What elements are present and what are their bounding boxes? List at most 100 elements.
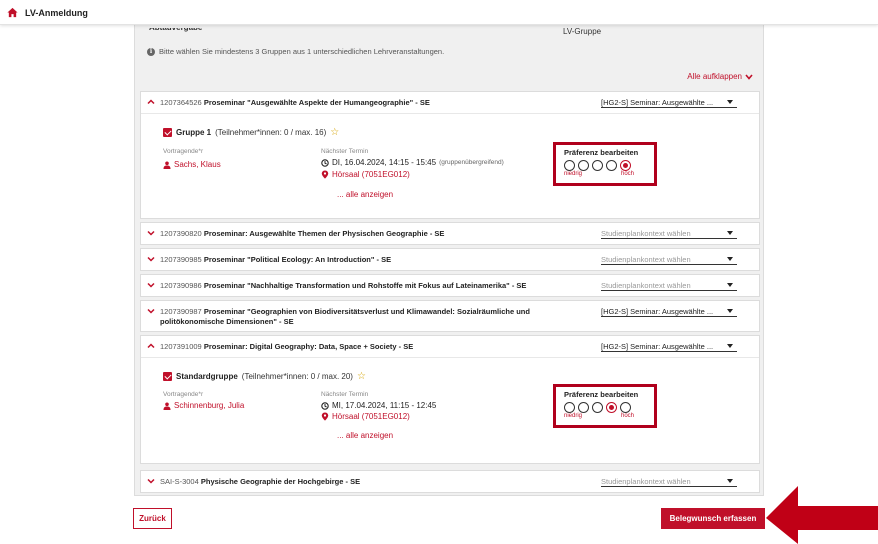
study-context-select[interactable]: [HG2-S] Seminar: Ausgewählte ... bbox=[601, 341, 737, 352]
select-value: Studienplankontext wählen bbox=[601, 280, 691, 290]
preference-scale: niedrig hoch bbox=[564, 413, 634, 419]
lecturer-name: Sachs, Klaus bbox=[174, 160, 221, 169]
preference-radio-4[interactable] bbox=[606, 402, 617, 413]
preference-radio-4[interactable] bbox=[606, 160, 617, 171]
preference-radio-1[interactable] bbox=[564, 402, 575, 413]
course-name: Proseminar "Nachhaltige Transformation u… bbox=[203, 281, 527, 290]
course-number: 1207390987 bbox=[160, 307, 202, 316]
study-context-select[interactable]: Studienplankontext wählen bbox=[601, 476, 737, 487]
select-value: [HG2-S] Seminar: Ausgewählte ... bbox=[601, 341, 714, 351]
info-message: i Bitte wählen Sie mindestens 3 Gruppen … bbox=[147, 47, 444, 56]
course-item: 1207364526 Proseminar "Ausgewählte Aspek… bbox=[140, 91, 760, 219]
group-line: Gruppe 1 (Teilnehmer*innen: 0 / max. 16)… bbox=[163, 128, 339, 138]
course-registration-panel: Abtauvergabe LV-Gruppe i Bitte wählen Si… bbox=[134, 16, 764, 496]
course-number: 1207391009 bbox=[160, 342, 202, 351]
group-name: Standardgruppe bbox=[176, 372, 238, 381]
course-title: SAI-S-3004 Physische Geographie der Hoch… bbox=[160, 477, 575, 487]
room-link[interactable]: Hörsaal (7051EG012) bbox=[321, 412, 410, 421]
submit-registration-button[interactable]: Belegwunsch erfassen bbox=[661, 508, 765, 529]
preference-radio-5[interactable] bbox=[620, 160, 631, 171]
course-header[interactable]: 1207390985 Proseminar "Political Ecology… bbox=[141, 249, 759, 270]
column-header-lv-group: LV-Gruppe bbox=[563, 27, 602, 36]
star-icon[interactable]: ☆ bbox=[330, 128, 339, 138]
preference-radio-5[interactable] bbox=[620, 402, 631, 413]
dropdown-arrow-icon bbox=[727, 257, 733, 261]
chevron-down-icon[interactable] bbox=[147, 281, 155, 289]
study-context-select[interactable]: [HG2-S] Seminar: Ausgewählte ... bbox=[601, 306, 737, 317]
expand-all-link[interactable]: Alle aufklappen bbox=[687, 72, 753, 81]
preference-radio-3[interactable] bbox=[592, 160, 603, 171]
course-header[interactable]: 1207391009 Proseminar: Digital Geography… bbox=[141, 336, 759, 357]
course-header[interactable]: 1207364526 Proseminar "Ausgewählte Aspek… bbox=[141, 92, 759, 113]
course-header[interactable]: 1207390987 Proseminar "Geographien von B… bbox=[141, 301, 759, 331]
preference-radio-2[interactable] bbox=[578, 402, 589, 413]
course-number: SAI-S-3004 bbox=[160, 477, 199, 486]
course-title: 1207390820 Proseminar: Ausgewählte Theme… bbox=[160, 229, 575, 239]
preference-radio-1[interactable] bbox=[564, 160, 575, 171]
select-value: [HG2-S] Seminar: Ausgewählte ... bbox=[601, 97, 714, 107]
show-all-dates-link[interactable]: ... alle anzeigen bbox=[337, 431, 393, 440]
study-context-select[interactable]: Studienplankontext wählen bbox=[601, 254, 737, 265]
preference-radio-2[interactable] bbox=[578, 160, 589, 171]
course-number: 1207390820 bbox=[160, 229, 202, 238]
chevron-down-icon[interactable] bbox=[147, 229, 155, 237]
annotation-arrow-icon bbox=[766, 486, 878, 544]
course-name: Proseminar "Political Ecology: An Introd… bbox=[203, 255, 392, 264]
preference-low-label: niedrig bbox=[564, 171, 583, 177]
next-date: DI, 16.04.2024, 14:15 - 15:45 (gruppenüb… bbox=[321, 158, 504, 167]
chevron-down-icon[interactable] bbox=[147, 477, 155, 485]
group-checkbox[interactable] bbox=[163, 128, 172, 137]
chevron-up-icon[interactable] bbox=[147, 342, 155, 350]
person-icon bbox=[163, 161, 171, 169]
select-value: Studienplankontext wählen bbox=[601, 476, 691, 486]
star-icon[interactable]: ☆ bbox=[357, 372, 366, 382]
study-context-select[interactable]: Studienplankontext wählen bbox=[601, 228, 737, 239]
course-number: 1207364526 bbox=[160, 98, 202, 107]
lecturer-link[interactable]: Schinnenburg, Julia bbox=[163, 401, 244, 410]
next-date-label: Nächster Termin bbox=[321, 148, 369, 155]
lecturer-link[interactable]: Sachs, Klaus bbox=[163, 160, 221, 169]
group-name: Gruppe 1 bbox=[176, 128, 212, 137]
dropdown-arrow-icon bbox=[727, 283, 733, 287]
course-title: 1207390985 Proseminar "Political Ecology… bbox=[160, 255, 575, 265]
select-value: Studienplankontext wählen bbox=[601, 228, 691, 238]
course-header[interactable]: 1207390820 Proseminar: Ausgewählte Theme… bbox=[141, 223, 759, 244]
person-icon bbox=[163, 402, 171, 410]
back-button[interactable]: Zurück bbox=[133, 508, 172, 529]
chevron-up-icon[interactable] bbox=[147, 98, 155, 106]
course-name: Proseminar "Ausgewählte Aspekte der Huma… bbox=[203, 98, 430, 107]
preference-scale: niedrig hoch bbox=[564, 171, 634, 177]
course-header[interactable]: 1207390986 Proseminar "Nachhaltige Trans… bbox=[141, 275, 759, 296]
course-number: 1207390985 bbox=[160, 255, 202, 264]
room-name: Hörsaal (7051EG012) bbox=[332, 170, 410, 179]
group-checkbox[interactable] bbox=[163, 372, 172, 381]
group-details: Gruppe 1 (Teilnehmer*innen: 0 / max. 16)… bbox=[141, 113, 759, 218]
course-item: 1207390987 Proseminar "Geographien von B… bbox=[140, 300, 760, 332]
location-pin-icon bbox=[321, 170, 329, 179]
dropdown-arrow-icon bbox=[727, 100, 733, 104]
next-date-value: DI, 16.04.2024, 14:15 - 15:45 bbox=[332, 158, 437, 167]
chevron-down-icon[interactable] bbox=[147, 255, 155, 263]
home-icon[interactable] bbox=[7, 7, 18, 18]
study-context-select[interactable]: Studienplankontext wählen bbox=[601, 280, 737, 291]
preference-title: Präferenz bearbeiten bbox=[564, 148, 639, 157]
chevron-down-icon[interactable] bbox=[147, 307, 155, 315]
course-header[interactable]: SAI-S-3004 Physische Geographie der Hoch… bbox=[141, 471, 759, 492]
study-context-select[interactable]: [HG2-S] Seminar: Ausgewählte ... bbox=[601, 97, 737, 108]
preference-radio-3[interactable] bbox=[592, 402, 603, 413]
show-all-dates-link[interactable]: ... alle anzeigen bbox=[337, 190, 393, 199]
lecturer-name: Schinnenburg, Julia bbox=[174, 401, 245, 410]
next-date: MI, 17.04.2024, 11:15 - 12:45 bbox=[321, 401, 436, 410]
preference-widget: Präferenz bearbeiten niedrig hoch bbox=[553, 142, 657, 186]
course-name: Proseminar: Ausgewählte Themen der Physi… bbox=[203, 229, 445, 238]
lecturer-label: Vortragende*r bbox=[163, 148, 204, 155]
dropdown-arrow-icon bbox=[727, 231, 733, 235]
course-name: Proseminar "Geographien von Biodiversitä… bbox=[160, 307, 530, 326]
clock-icon bbox=[321, 158, 329, 167]
room-link[interactable]: Hörsaal (7051EG012) bbox=[321, 170, 410, 179]
course-name: Proseminar: Digital Geography: Data, Spa… bbox=[203, 342, 414, 351]
chevron-down-icon bbox=[745, 73, 753, 80]
course-item: 1207390985 Proseminar "Political Ecology… bbox=[140, 248, 760, 271]
clock-icon bbox=[321, 401, 329, 410]
preference-widget: Präferenz bearbeiten niedrig hoch bbox=[553, 384, 657, 428]
